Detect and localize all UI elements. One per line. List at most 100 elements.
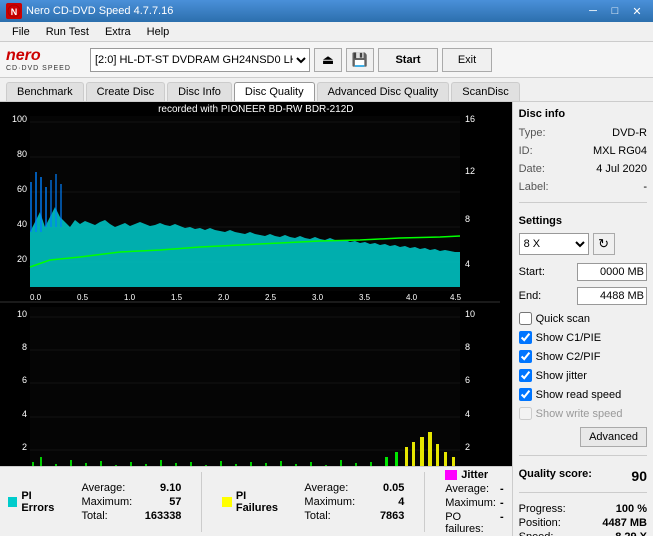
pi-errors-max-value: 57	[169, 496, 181, 508]
pi-failures-avg-value: 0.05	[383, 482, 404, 494]
quick-scan-checkbox[interactable]	[519, 312, 532, 325]
menu-file[interactable]: File	[4, 24, 38, 40]
position-value: 4487 MB	[602, 517, 647, 529]
label-value: -	[643, 181, 647, 193]
jitter-section: Jitter Average: - Maximum: - PO failures…	[445, 469, 503, 535]
quick-scan-label: Quick scan	[536, 313, 590, 325]
pi-errors-avg-label: Average:	[81, 482, 125, 494]
pi-errors-label: PI Errors	[21, 490, 57, 514]
pi-failures-max: Maximum: 4	[304, 496, 404, 508]
pi-errors-avg: Average: 9.10	[81, 482, 181, 494]
show-jitter-checkbox[interactable]	[519, 369, 532, 382]
show-jitter-row: Show jitter	[519, 368, 647, 383]
show-c1-pie-row: Show C1/PIE	[519, 330, 647, 345]
quality-score-row: Quality score: 90	[519, 468, 647, 484]
divider3	[519, 202, 647, 203]
tab-create-disc[interactable]: Create Disc	[86, 82, 165, 101]
show-read-speed-label: Show read speed	[536, 389, 622, 401]
svg-text:60: 60	[17, 184, 27, 194]
tab-benchmark[interactable]: Benchmark	[6, 82, 84, 101]
logo-nero: nero	[6, 47, 86, 65]
eject-button[interactable]: ⏏	[314, 48, 342, 72]
tab-disc-quality[interactable]: Disc Quality	[234, 82, 315, 101]
show-read-speed-row: Show read speed	[519, 387, 647, 402]
jitter-avg-value: -	[500, 483, 504, 495]
pi-errors-total: Total: 163338	[81, 510, 181, 522]
svg-text:4.5: 4.5	[450, 293, 462, 302]
titlebar-left: N Nero CD-DVD Speed 4.7.7.16	[6, 3, 173, 19]
titlebar-title: Nero CD-DVD Speed 4.7.7.16	[26, 5, 173, 17]
svg-text:8: 8	[22, 342, 27, 352]
progress-value: 100 %	[616, 503, 647, 515]
jitter-avg-label: Average:	[445, 483, 489, 495]
show-write-speed-checkbox[interactable]	[519, 407, 532, 420]
svg-text:80: 80	[17, 149, 27, 159]
tab-advanced-disc-quality[interactable]: Advanced Disc Quality	[317, 82, 450, 101]
tab-scandisc[interactable]: ScanDisc	[451, 82, 519, 101]
menu-help[interactable]: Help	[139, 24, 178, 40]
start-mb-input[interactable]	[577, 263, 647, 281]
maximize-button[interactable]: □	[605, 3, 625, 19]
svg-text:10: 10	[17, 309, 27, 319]
svg-text:2: 2	[465, 442, 470, 452]
svg-text:N: N	[11, 7, 18, 17]
refresh-button[interactable]: ↻	[593, 233, 615, 255]
quick-scan-row: Quick scan	[519, 311, 647, 326]
po-failures-label: PO failures:	[445, 511, 496, 535]
tab-disc-info[interactable]: Disc Info	[167, 82, 232, 101]
jitter-color: Jitter	[445, 469, 503, 481]
start-button[interactable]: Start	[378, 48, 438, 72]
quality-score-label: Quality score:	[519, 468, 592, 484]
svg-text:4: 4	[465, 409, 470, 419]
close-button[interactable]: ✕	[627, 3, 647, 19]
app-logo: nero CD·DVD SPEED	[6, 46, 86, 74]
svg-text:4.0: 4.0	[406, 293, 418, 302]
svg-text:3.0: 3.0	[312, 293, 324, 302]
svg-text:4: 4	[22, 409, 27, 419]
toolbar: nero CD·DVD SPEED [2:0] HL-DT-ST DVDRAM …	[0, 42, 653, 78]
pi-failures-avg: Average: 0.05	[304, 482, 404, 494]
type-value: DVD-R	[612, 127, 647, 139]
show-read-speed-checkbox[interactable]	[519, 388, 532, 401]
start-mb-label: Start:	[519, 266, 545, 278]
svg-text:1.5: 1.5	[171, 293, 183, 302]
pi-failures-color: PI Failures	[222, 490, 280, 514]
pi-failures-stats: Average: 0.05 Maximum: 4 Total: 7863	[304, 482, 404, 522]
label-label: Label:	[519, 181, 549, 193]
pi-failures-max-label: Maximum:	[304, 496, 355, 508]
svg-text:20: 20	[17, 254, 27, 264]
tab-bar: Benchmark Create Disc Disc Info Disc Qua…	[0, 78, 653, 102]
svg-text:6: 6	[465, 375, 470, 385]
po-failures-value: -	[500, 511, 504, 535]
end-mb-input[interactable]	[577, 287, 647, 305]
minimize-button[interactable]: ─	[583, 3, 603, 19]
menu-run-test[interactable]: Run Test	[38, 24, 97, 40]
speed-row: 8 X ↻	[519, 233, 647, 255]
pi-errors-max-label: Maximum:	[81, 496, 132, 508]
quality-score-value: 90	[631, 468, 647, 484]
show-c2-pif-checkbox[interactable]	[519, 350, 532, 363]
speed-label: Speed:	[519, 531, 554, 536]
id-label: ID:	[519, 145, 533, 157]
speed-selector[interactable]: 8 X	[519, 233, 589, 255]
refresh-icon: ↻	[598, 236, 609, 252]
advanced-button[interactable]: Advanced	[580, 427, 647, 447]
show-c1-pie-label: Show C1/PIE	[536, 332, 601, 344]
menu-extra[interactable]: Extra	[97, 24, 139, 40]
svg-text:1.0: 1.0	[124, 293, 136, 302]
date-row: Date: 4 Jul 2020	[519, 162, 647, 176]
jitter-icon	[445, 470, 457, 480]
show-jitter-label: Show jitter	[536, 370, 587, 382]
show-c2-pif-row: Show C2/PIF	[519, 349, 647, 364]
svg-text:10: 10	[465, 309, 475, 319]
pi-errors-icon	[8, 497, 17, 507]
save-button[interactable]: 💾	[346, 48, 374, 72]
exit-button[interactable]: Exit	[442, 48, 492, 72]
progress-section: Progress: 100 % Position: 4487 MB Speed:…	[519, 503, 647, 536]
divider2	[424, 472, 425, 532]
show-c1-pie-checkbox[interactable]	[519, 331, 532, 344]
titlebar: N Nero CD-DVD Speed 4.7.7.16 ─ □ ✕	[0, 0, 653, 22]
drive-selector[interactable]: [2:0] HL-DT-ST DVDRAM GH24NSD0 LH00	[90, 48, 310, 72]
main-content: recorded with PIONEER BD-RW BDR-212D 100…	[0, 102, 653, 536]
position-row: Position: 4487 MB	[519, 517, 647, 529]
